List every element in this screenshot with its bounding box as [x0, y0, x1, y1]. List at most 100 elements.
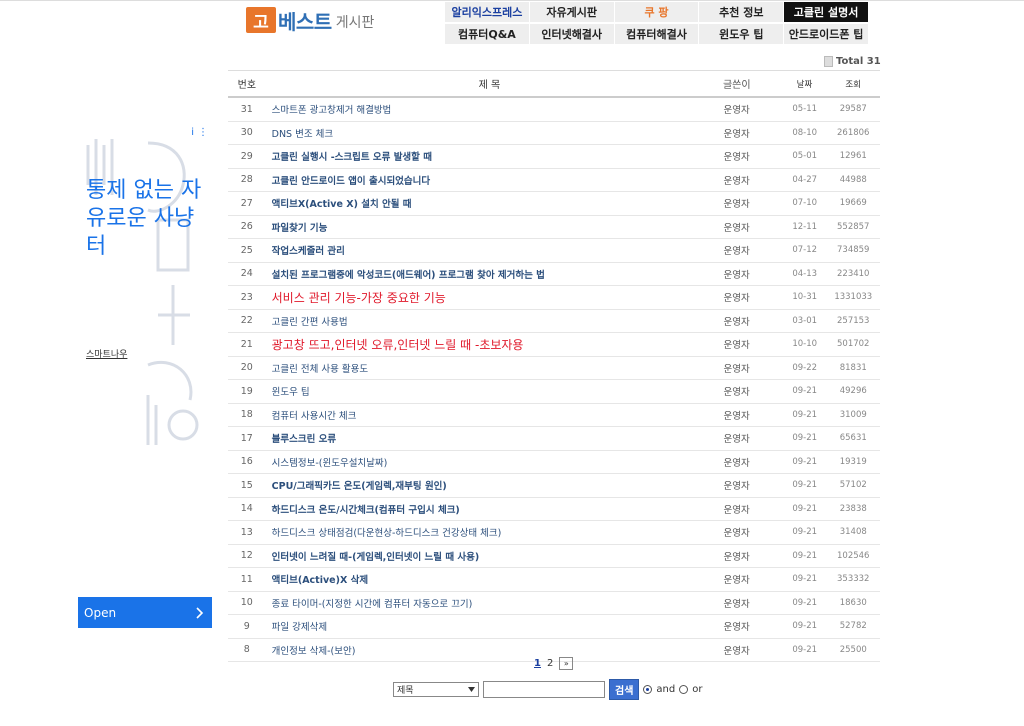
page-link[interactable]: 2	[547, 658, 553, 669]
and-label: and	[656, 684, 676, 695]
post-title-link[interactable]: 작업스케줄러 관리	[266, 243, 718, 257]
post-title-link[interactable]: 종료 타이머-(지정한 시간에 컴퓨터 자동으로 끄기)	[266, 596, 718, 610]
table-row: 11 액티브(Active)X 삭제 운영자 09-21 353332	[228, 568, 880, 592]
logo-mark: 고	[246, 7, 276, 33]
row-writer: 운영자	[723, 293, 750, 305]
post-title-link[interactable]: 고클린 간편 사용법	[266, 314, 718, 328]
ad-info-icon[interactable]: i	[191, 127, 194, 138]
post-title-link[interactable]: 시스템정보-(윈도우설치날짜)	[266, 455, 718, 469]
header-views[interactable]: 조회	[826, 78, 880, 90]
row-writer: 운영자	[723, 175, 750, 187]
table-row: 14 하드디스크 온도/시간체크(컴퓨터 구입시 체크) 운영자 09-21 23838	[228, 498, 880, 521]
row-number: 17	[240, 432, 253, 444]
row-writer: 운영자	[723, 363, 750, 375]
nav-row-1: 알리익스프레스 자유게시판 쿠 팡 추천 정보 고클린 설명서	[445, 2, 869, 22]
post-title-link[interactable]: 고클린 안드로이드 앱이 출시되었습니다	[266, 173, 718, 187]
header-date[interactable]: 날짜	[783, 78, 827, 90]
row-date: 09-21	[792, 597, 818, 608]
row-views: 57102	[839, 480, 867, 491]
post-title-link[interactable]: 개인정보 삭제-(보안)	[266, 643, 718, 657]
site-logo[interactable]: 고 베스트 게시판	[246, 5, 374, 35]
page-link[interactable]: 1	[534, 658, 541, 669]
post-title-link[interactable]: 고클린 실행시 -스크립트 오류 발생할 때	[266, 149, 718, 163]
post-title-link[interactable]: CPU/그래픽카드 온도(게임렉,재부팅 원인)	[266, 478, 718, 492]
post-title-link[interactable]: 하드디스크 온도/시간체크(컴퓨터 구입시 체크)	[266, 502, 718, 516]
post-title-link[interactable]: 파일찾기 기능	[266, 220, 718, 234]
post-title-link[interactable]: 고클린 전체 사용 활용도	[266, 361, 718, 375]
row-date: 07-10	[792, 198, 818, 209]
row-number: 20	[240, 362, 253, 374]
next-page-button[interactable]: »	[559, 657, 574, 670]
row-date: 10-10	[792, 339, 818, 350]
post-title-link[interactable]: 광고창 뜨고,인터넷 오류,인터넷 느릴 때 -초보자용	[266, 336, 718, 353]
row-writer: 운영자	[723, 222, 750, 234]
row-date: 09-21	[792, 433, 818, 444]
row-writer: 운영자	[723, 598, 750, 610]
nav-item[interactable]: 자유게시판	[529, 2, 615, 22]
post-title-link[interactable]: 설치된 프로그램중에 악성코드(애드웨어) 프로그램 찾아 제거하는 법	[266, 267, 718, 281]
row-writer: 운영자	[723, 152, 750, 164]
post-title-link[interactable]: 인터넷이 느려질 때-(게임렉,인터넷이 느릴 때 사용)	[266, 549, 718, 563]
search-field-select[interactable]: 제목	[393, 682, 479, 697]
post-title-link[interactable]: 블루스크린 오류	[266, 431, 718, 445]
nav-item[interactable]: 쿠 팡	[614, 2, 700, 22]
row-number: 30	[240, 127, 253, 139]
ad-brand-link[interactable]: 스마트나우	[86, 347, 127, 360]
nav-item[interactable]: 고클린 설명서	[784, 2, 869, 22]
or-radio[interactable]	[679, 685, 689, 694]
search-button[interactable]: 검색	[609, 679, 640, 700]
post-title-link[interactable]: 서비스 관리 기능-가장 중요한 기능	[266, 289, 718, 306]
and-radio[interactable]	[643, 685, 653, 694]
post-title-link[interactable]: 하드디스크 상태점검(다운현상-하드디스크 건강상태 체크)	[266, 525, 718, 539]
row-number: 25	[240, 244, 253, 256]
post-title-link[interactable]: 액티브(Active)X 삭제	[266, 572, 718, 586]
row-number: 19	[240, 385, 253, 397]
row-writer: 운영자	[723, 645, 750, 657]
logo-sub-text: 게시판	[335, 15, 375, 31]
row-writer: 운영자	[723, 504, 750, 516]
row-number: 10	[240, 597, 253, 609]
row-writer: 운영자	[723, 622, 750, 634]
nav-item[interactable]: 컴퓨터Q&A	[445, 24, 530, 44]
row-views: 31009	[839, 409, 867, 420]
row-writer: 운영자	[723, 199, 750, 211]
nav-item[interactable]: 안드로이드폰 팁	[784, 24, 869, 44]
ad-open-button[interactable]: Open	[78, 597, 212, 628]
nav-item[interactable]: 알리익스프레스	[445, 2, 530, 22]
table-row: 20 고클린 전체 사용 활용도 운영자 09-22 81831	[228, 357, 880, 380]
table-row: 28 고클린 안드로이드 앱이 출시되었습니다 운영자 04-27 44988	[228, 169, 880, 192]
post-title-link[interactable]: 컴퓨터 사용시간 체크	[266, 408, 718, 422]
nav-item[interactable]: 추천 정보	[699, 2, 785, 22]
nav-item[interactable]: 컴퓨터해결사	[614, 24, 700, 44]
row-writer: 운영자	[723, 246, 750, 258]
document-icon	[824, 56, 833, 67]
search-bar: 제목 검색 and or	[393, 679, 702, 700]
nav-item[interactable]: 윈도우 팁	[699, 24, 785, 44]
total-count: Total 31	[824, 56, 881, 67]
row-views: 102546	[837, 550, 870, 561]
ad-menu-icon[interactable]: ⋮	[198, 127, 208, 138]
post-title-link[interactable]: 윈도우 팁	[266, 384, 718, 398]
post-title-link[interactable]: 스마트폰 광고창제거 해결방법	[266, 102, 718, 116]
row-date: 09-21	[792, 386, 818, 397]
table-row: 27 액티브X(Active X) 설치 안될 때 운영자 07-10 19669	[228, 192, 880, 216]
ad-headline: 통제 없는 자유로운 사냥터	[86, 178, 202, 259]
row-views: 23838	[839, 503, 867, 514]
row-date: 05-11	[792, 104, 818, 115]
table-row: 30 DNS 변조 체크 운영자 08-10 261806	[228, 122, 880, 145]
nav-item[interactable]: 인터넷해결사	[529, 24, 615, 44]
row-writer: 운영자	[723, 316, 750, 328]
row-number: 11	[240, 573, 253, 585]
row-date: 05-01	[792, 151, 818, 162]
row-writer: 운영자	[723, 434, 750, 446]
side-advertisement[interactable]: i ⋮ 통제 없는 자유로운 사냥터 스마트나우 Open	[78, 125, 212, 628]
row-date: 04-13	[792, 268, 818, 279]
search-input[interactable]	[483, 681, 605, 698]
post-title-link[interactable]: 액티브X(Active X) 설치 안될 때	[266, 196, 718, 210]
table-row: 10 종료 타이머-(지정한 시간에 컴퓨터 자동으로 끄기) 운영자 09-21 18…	[228, 592, 880, 615]
post-title-link[interactable]: DNS 변조 체크	[266, 126, 718, 140]
post-title-link[interactable]: 파일 강제삭제	[266, 619, 718, 633]
row-views: 353332	[837, 574, 870, 585]
row-number: 9	[243, 620, 250, 632]
row-writer: 운영자	[723, 387, 750, 399]
